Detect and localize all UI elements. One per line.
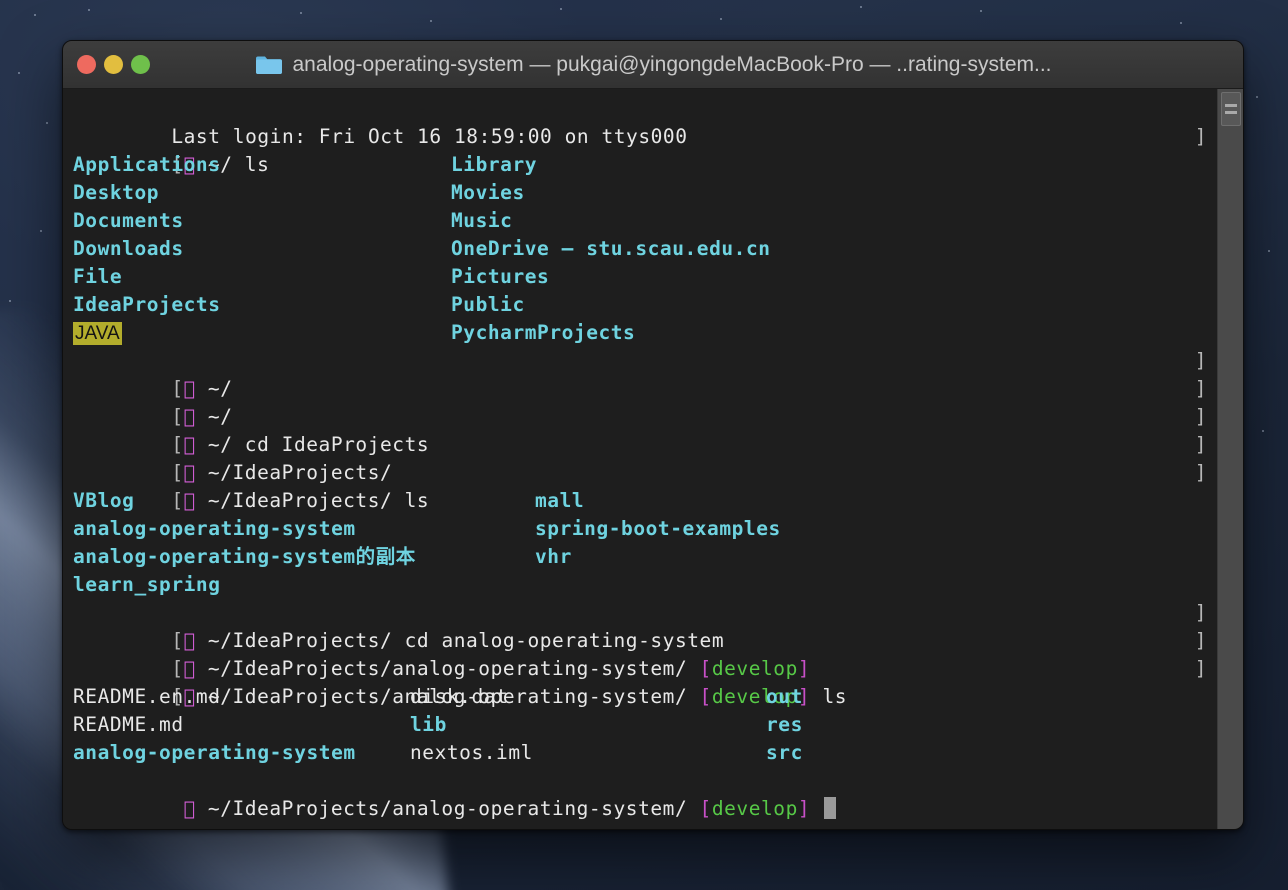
ls-item: Pictures xyxy=(451,265,550,288)
terminal-body[interactable]: Last login: Fri Oct 16 18:59:00 on ttys0… xyxy=(63,89,1243,829)
prompt-line-8: [ ~/IdeaProjects/analog-operating-syste… xyxy=(171,629,1207,680)
prompt-close-bracket: ] xyxy=(1194,461,1207,484)
prompt-line-9: [ ~/IdeaProjects/analog-operating-syste… xyxy=(171,657,1207,708)
ls-item: learn_spring xyxy=(73,573,221,596)
ls-row-project-0: README.en.md disk.dat out xyxy=(73,683,1207,711)
ls-item: IdeaProjects xyxy=(73,293,221,316)
ls-item: README.en.md xyxy=(73,685,221,708)
zoom-button[interactable] xyxy=(131,55,150,74)
scroll-thumb[interactable] xyxy=(1221,92,1241,126)
prompt-close-bracket: ] xyxy=(1194,377,1207,400)
ls-row-projects-0: VBlog mall xyxy=(73,487,1207,515)
terminal-output: Last login: Fri Oct 16 18:59:00 on ttys0… xyxy=(73,95,1207,820)
ls-row-home-6: JAVA PycharmProjects xyxy=(73,319,1207,347)
prompt-close-bracket: ] xyxy=(1194,433,1207,456)
ls-item: nextos.iml xyxy=(410,741,533,764)
window-titlebar[interactable]: analog-operating-system — pukgai@yingong… xyxy=(63,41,1243,89)
scroll-thumb-line xyxy=(1225,104,1237,107)
ls-item: PycharmProjects xyxy=(451,321,636,344)
ls-item: mall xyxy=(535,489,585,512)
ls-row-home-4: File Pictures xyxy=(73,263,1207,291)
ls-item: File xyxy=(73,265,123,288)
terminal-window[interactable]: analog-operating-system — pukgai@yingong… xyxy=(62,40,1244,830)
apple-icon:  xyxy=(183,798,196,820)
ls-item: analog-operating-system的副本 xyxy=(73,545,416,568)
ls-item: Documents xyxy=(73,209,184,232)
text-cursor xyxy=(824,797,837,819)
ls-item: Downloads xyxy=(73,237,184,260)
ls-row-projects-1: analog-operating-system spring-boot-examp… xyxy=(73,515,1207,543)
folder-icon xyxy=(255,56,282,74)
ls-item: Movies xyxy=(451,181,525,204)
window-title: analog-operating-system — pukgai@yingong… xyxy=(292,52,1052,76)
minimize-button[interactable] xyxy=(104,55,123,74)
ls-row-home-5: IdeaProjects Public xyxy=(73,291,1207,319)
ls-row-home-3: Downloads OneDrive – stu.scau.edu.cn xyxy=(73,235,1207,263)
ls-item: README.md xyxy=(73,713,184,736)
git-branch-label: develop xyxy=(711,797,798,820)
ls-item: Applications xyxy=(73,153,221,176)
prompt-line-2: [ ~/ ] xyxy=(73,347,1207,400)
ls-item: OneDrive – stu.scau.edu.cn xyxy=(451,237,771,260)
scroll-thumb-line xyxy=(1225,111,1237,114)
ls-item: res xyxy=(766,713,803,736)
ls-row-home-2: Documents Music xyxy=(73,207,1207,235)
ls-item: Music xyxy=(451,209,513,232)
vertical-scrollbar[interactable] xyxy=(1217,89,1243,829)
ls-item: lib xyxy=(410,713,447,736)
traffic-light-group xyxy=(77,55,150,74)
ls-item: spring-boot-examples xyxy=(535,517,781,540)
terminal-line-last-login: Last login: Fri Oct 16 18:59:00 on ttys0… xyxy=(73,95,1207,148)
ls-row-projects-2: analog-operating-system的副本 vhr xyxy=(73,543,1207,571)
window-title-group: analog-operating-system — pukgai@yingong… xyxy=(63,53,1243,77)
ls-item: analog-operating-system xyxy=(73,517,356,540)
ls-row-projects-3: learn_spring xyxy=(73,571,1207,599)
ls-row-project-1: README.md lib res xyxy=(73,711,1207,739)
prompt-close-bracket: ] xyxy=(1194,601,1207,624)
ls-row-home-0: Applications Library xyxy=(73,151,1207,179)
prompt-line-3: [ ~/ ] xyxy=(73,375,1207,428)
prompt-line-5: [ ~/IdeaProjects/ ] xyxy=(73,431,1207,484)
prompt-line-7: [ ~/IdeaProjects/ cd analog-operating-s… xyxy=(73,599,1207,652)
prompt-close-bracket: ] xyxy=(1194,349,1207,372)
close-button[interactable] xyxy=(77,55,96,74)
ls-row-project-2: analog-operating-system nextos.iml src xyxy=(73,739,1207,767)
ls-item: disk.dat xyxy=(410,685,509,708)
prompt-line-1: [ ~/ ls ] xyxy=(73,123,1207,176)
prompt-close-bracket: ] xyxy=(1194,657,1207,680)
prompt-path: ~/IdeaProjects/analog-operating-system/ xyxy=(207,797,688,820)
ls-item: src xyxy=(766,741,803,764)
ls-item: out xyxy=(766,685,803,708)
ls-item: VBlog xyxy=(73,489,135,512)
ls-item: Library xyxy=(451,153,538,176)
prompt-line-6: [ ~/IdeaProjects/ ls ] xyxy=(73,459,1207,512)
prompt-close-bracket: ] xyxy=(1194,125,1207,148)
prompt-line-active[interactable]:  ~/IdeaProjects/analog-operating-system… xyxy=(73,767,1207,820)
prompt-line-4: [ ~/ cd IdeaProjects ] xyxy=(73,403,1207,456)
prompt-close-bracket: ] xyxy=(1194,629,1207,652)
prompt-close-bracket: ] xyxy=(1194,405,1207,428)
ls-item-highlighted: JAVA xyxy=(73,322,122,345)
ls-row-home-1: Desktop Movies xyxy=(73,179,1207,207)
ls-item: Public xyxy=(451,293,525,316)
ls-item: analog-operating-system xyxy=(73,741,356,764)
ls-item: vhr xyxy=(535,545,572,568)
ls-item: Desktop xyxy=(73,181,160,204)
